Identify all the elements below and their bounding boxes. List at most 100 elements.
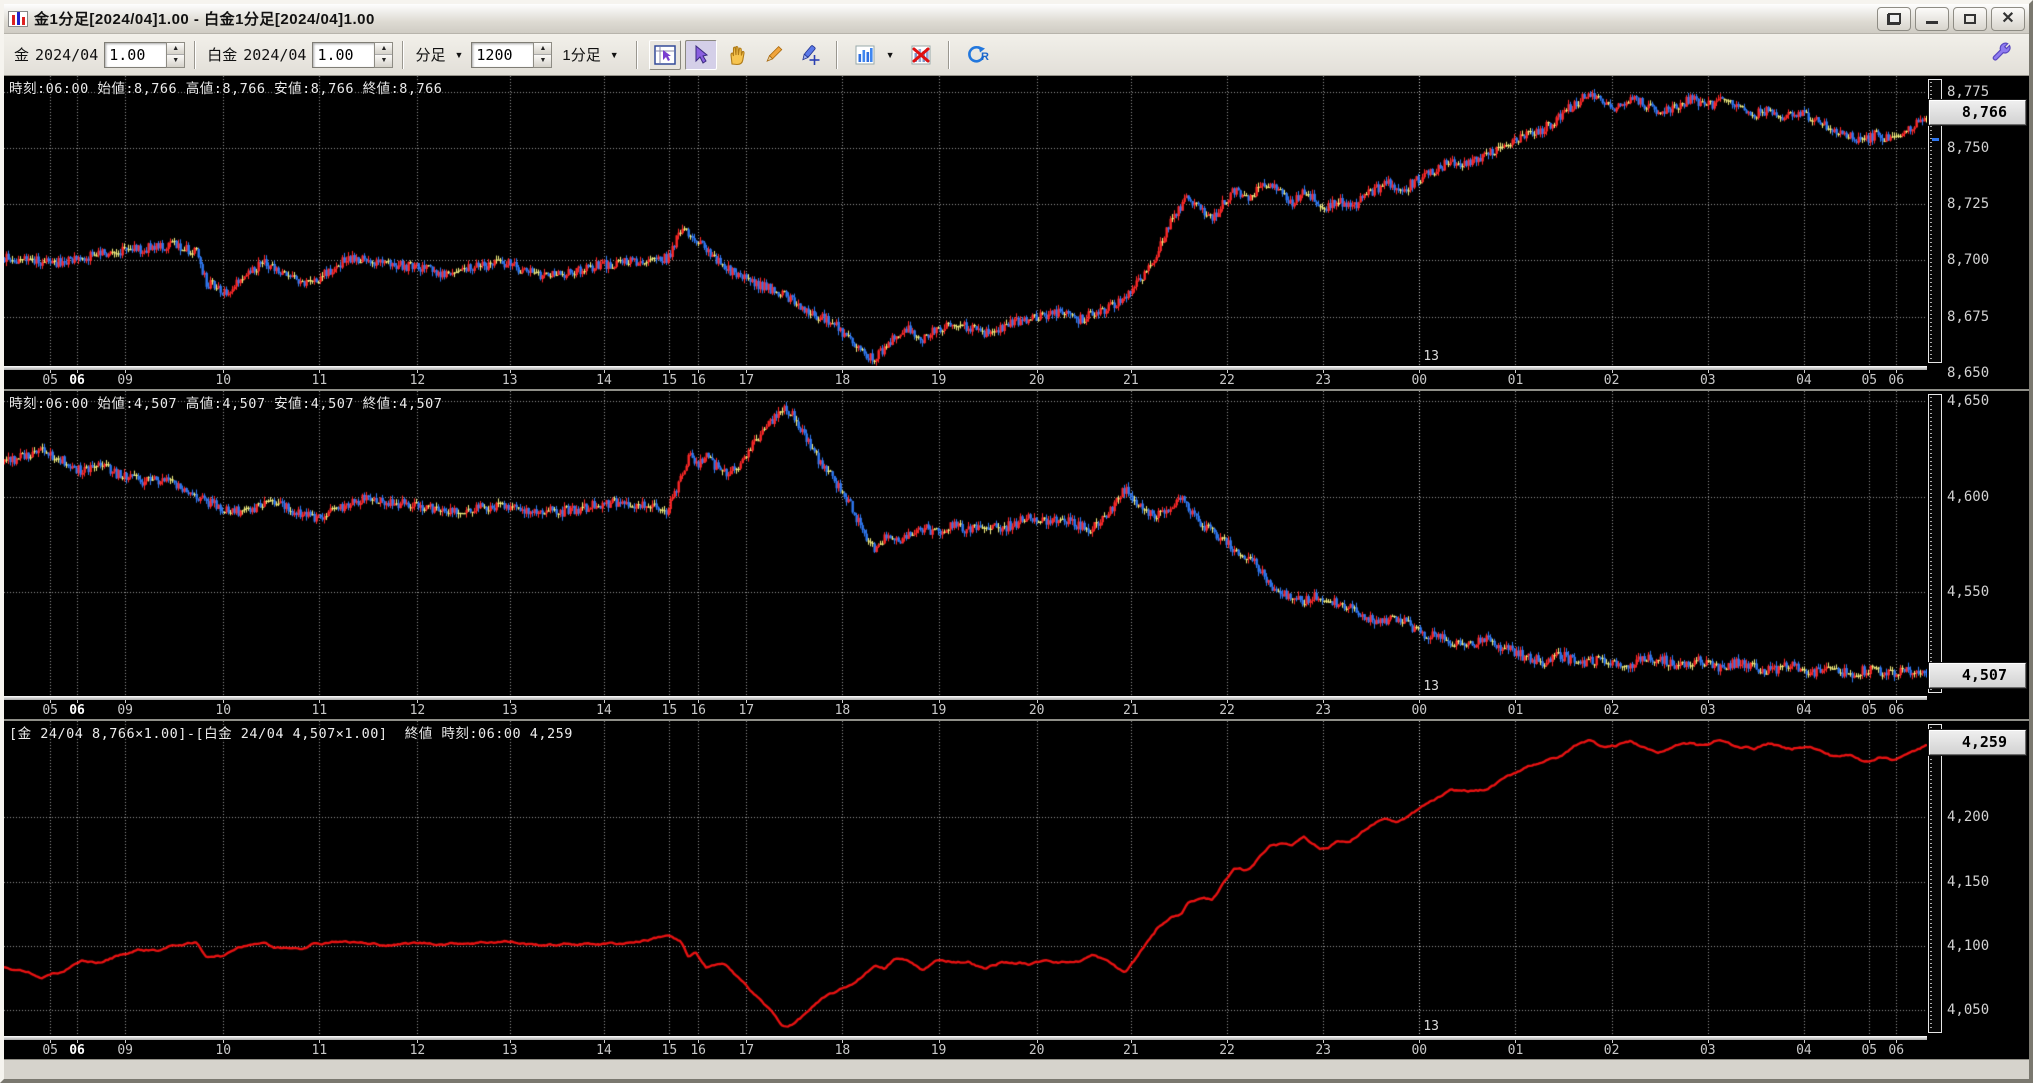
x-axis-label: 00	[1411, 373, 1428, 388]
price-axis-label: 4,600	[1947, 488, 1990, 505]
x-axis-label: 13	[501, 703, 518, 718]
platinum-scale-slider[interactable]	[1928, 394, 1942, 693]
chart-style-button[interactable]	[849, 40, 881, 70]
date-change-label: 13	[1423, 1019, 1439, 1034]
gold-candlestick-panel: 時刻:06:00 始値:8,766 高値:8,766 安値:8,766 終値:8…	[4, 76, 2029, 389]
x-axis-label: 15	[661, 703, 678, 718]
toolbar: 金 2024/04 ▲▼ 白金 2024/04 ▲▼ 分足 ▼ ▲▼ 1分足 ▼	[4, 34, 2029, 76]
price-axis-label: 4,550	[1947, 584, 1990, 601]
x-axis-label: 16	[690, 703, 707, 718]
x-axis-label: 18	[834, 1043, 851, 1058]
spread-scale-slider[interactable]	[1928, 724, 1942, 1033]
x-axis-label: 06	[1888, 1043, 1905, 1058]
spread-line-panel: [金 24/04 8,766×1.00]-[白金 24/04 4,507×1.0…	[4, 719, 2029, 1059]
price-axis-label: 8,725	[1947, 196, 1990, 213]
minimize-button[interactable]	[1915, 6, 1949, 31]
select-cursor-button[interactable]	[684, 39, 717, 70]
platinum-plot[interactable]: 時刻:06:00 始値:4,507 高値:4,507 安値:4,507 終値:4…	[4, 391, 1927, 719]
spread-chart-canvas[interactable]	[4, 721, 1927, 1036]
hand-pan-button[interactable]	[721, 40, 753, 70]
marker-crosshair-button[interactable]	[793, 40, 825, 70]
close-button[interactable]: ✕	[1991, 6, 2025, 31]
gold-x-axis: 05 06 09 10 11 12 13 14 15 16 17 18 19 20 21 22 23 00 01 02…	[4, 366, 1927, 389]
marker-crosshair-icon	[801, 44, 820, 65]
x-axis-label: 05	[1861, 373, 1878, 388]
x-axis-label: 19	[930, 1043, 947, 1058]
x-axis-label: 00	[1411, 1043, 1428, 1058]
x-axis-label: 17	[738, 703, 755, 718]
x-axis-label: 21	[1123, 373, 1139, 388]
select-cursor-icon	[695, 44, 708, 64]
price-axis-label: 8,675	[1947, 308, 1990, 325]
bar-count-stepper[interactable]: ▲ ▼	[533, 41, 553, 68]
platinum-label: 白金	[207, 47, 238, 64]
gold-chart-canvas[interactable]	[4, 76, 1927, 366]
chevron-down-icon[interactable]: ▼	[454, 50, 463, 60]
gold-plot[interactable]: 時刻:06:00 始値:8,766 高値:8,766 安値:8,766 終値:8…	[4, 76, 1927, 389]
chart-pointer-button[interactable]	[648, 39, 681, 70]
x-axis-label: 09	[117, 373, 133, 388]
pencil-draw-button[interactable]	[757, 40, 789, 70]
reset-icon: R	[967, 45, 989, 63]
chevron-down-icon[interactable]: ▼	[886, 50, 895, 60]
date-change-label: 13	[1423, 349, 1439, 364]
cascade-window-button[interactable]	[1877, 6, 1911, 31]
scale-marker	[1932, 138, 1939, 142]
x-axis-label: 12	[409, 1043, 426, 1058]
x-axis-label: 00	[1411, 703, 1428, 718]
pencil-icon	[766, 45, 783, 62]
price-axis-label: 4,050	[1947, 1002, 1990, 1019]
chevron-down-icon[interactable]: ▼	[610, 50, 619, 60]
window-title: 金1分足[2024/04]1.00 - 白金1分足[2024/04]1.00	[34, 11, 375, 28]
platinum-price-axis: 4,507 4,650 4,600 4,550	[1927, 391, 2029, 719]
bar-count-input[interactable]	[471, 41, 534, 68]
x-axis-label: 05	[42, 373, 58, 388]
gold-label: 金	[14, 47, 30, 64]
x-axis-label: 10	[215, 373, 232, 388]
x-axis-label: 18	[834, 373, 851, 388]
cascade-icon	[1887, 12, 1901, 25]
x-axis-label: 19	[930, 703, 947, 718]
chart-delete-icon	[911, 45, 931, 64]
x-axis-label: 10	[215, 1043, 232, 1058]
platinum-multiplier-stepper[interactable]: ▲ ▼	[374, 41, 394, 68]
interval-dropdown[interactable]: 1分足	[562, 44, 600, 65]
hand-pan-icon	[730, 45, 745, 65]
x-axis-label: 04	[1796, 373, 1812, 388]
price-axis-label: 4,150	[1947, 873, 1990, 890]
title-bar[interactable]: 金1分足[2024/04]1.00 - 白金1分足[2024/04]1.00 ✕	[4, 4, 2029, 34]
x-axis-label: 22	[1219, 703, 1235, 718]
x-axis-label: 14	[596, 703, 612, 718]
maximize-icon	[1964, 13, 1976, 24]
x-axis-label: 11	[311, 1043, 328, 1058]
gold-multiplier-input[interactable]	[104, 41, 167, 68]
platinum-chart-canvas[interactable]	[4, 391, 1927, 696]
x-axis-label: 22	[1219, 373, 1235, 388]
x-axis-label: 13	[501, 373, 518, 388]
x-axis-label: 14	[596, 1043, 612, 1058]
x-axis-label: 06	[1888, 703, 1905, 718]
x-axis-label: 17	[738, 1043, 755, 1058]
spread-price-axis: 4,259 4,200 4,150 4,100 4,050	[1927, 721, 2029, 1059]
chart-area: 時刻:06:00 始値:8,766 高値:8,766 安値:8,766 終値:8…	[4, 76, 2029, 1059]
maximize-button[interactable]	[1953, 6, 1987, 31]
x-axis-label: 15	[661, 1043, 678, 1058]
reset-button[interactable]: R	[961, 40, 993, 70]
x-axis-label: 22	[1219, 1043, 1235, 1058]
spread-plot[interactable]: [金 24/04 8,766×1.00]-[白金 24/04 4,507×1.0…	[4, 721, 1927, 1059]
settings-wrench-button[interactable]	[1989, 40, 2015, 66]
x-axis-label: 23	[1315, 703, 1331, 718]
chart-delete-button[interactable]	[905, 40, 937, 70]
x-axis-label: 20	[1028, 373, 1045, 388]
x-axis-label: 13	[501, 1043, 518, 1058]
platinum-multiplier-input[interactable]	[312, 41, 375, 68]
toolbar-separator	[194, 40, 197, 69]
window-bottom-border	[4, 1059, 2029, 1079]
x-axis-label: 03	[1699, 1043, 1716, 1058]
gold-month: 2024/04	[35, 45, 99, 64]
x-axis-label: 17	[738, 373, 755, 388]
x-axis-label: 02	[1603, 703, 1620, 718]
gold-multiplier-stepper[interactable]: ▲ ▼	[166, 41, 186, 68]
bar-type-dropdown[interactable]: 分足	[415, 44, 445, 65]
x-axis-label: 20	[1028, 1043, 1045, 1058]
